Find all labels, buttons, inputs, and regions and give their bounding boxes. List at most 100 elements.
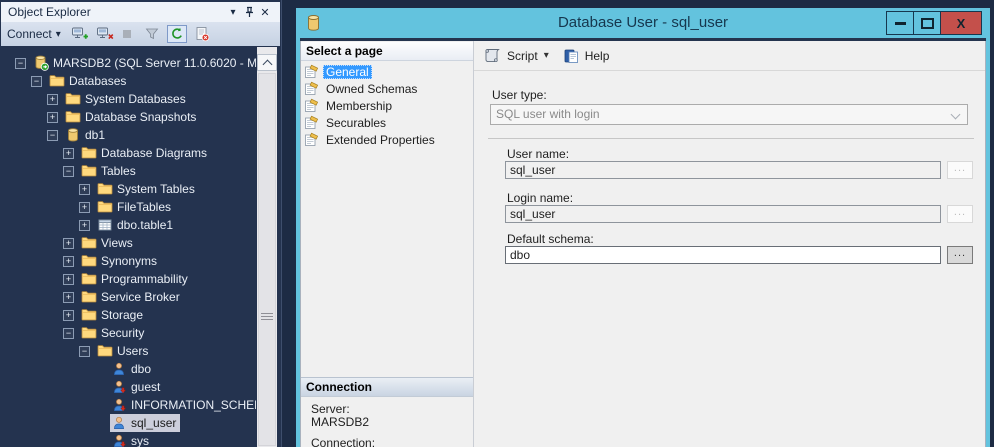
server-icon	[33, 55, 49, 71]
tree-item-filetables[interactable]: +FileTables	[1, 198, 256, 216]
folder-icon	[97, 181, 113, 197]
tree-item-label: Database Snapshots	[85, 110, 196, 124]
tree-item-dbo[interactable]: dbo	[1, 360, 256, 378]
window-position-button[interactable]: ▾	[225, 4, 241, 20]
tree-item-views[interactable]: +Views	[1, 234, 256, 252]
select-page-header: Select a page	[301, 42, 473, 61]
dialog-main-area: Script ▾ Help User type: SQL user with l…	[474, 41, 985, 447]
refresh-icon	[170, 27, 184, 41]
tree-item-content: Security	[80, 324, 148, 342]
tree-item-label: Storage	[101, 308, 143, 322]
tree-item-synonyms[interactable]: +Synonyms	[1, 252, 256, 270]
tree-item-database-snapshots[interactable]: + Database Snapshots	[1, 108, 256, 126]
chevron-down-icon: ▾	[56, 29, 61, 40]
expand-icon[interactable]: +	[47, 112, 58, 123]
default-schema-field[interactable]	[505, 246, 941, 264]
scroll-grip-icon	[261, 313, 273, 321]
connect-button[interactable]: Connect ▾	[7, 27, 61, 41]
collapse-icon[interactable]: −	[63, 166, 74, 177]
script-dropdown-button[interactable]: ▾	[544, 50, 549, 61]
scroll-up-button[interactable]	[257, 54, 277, 71]
user-deny-icon	[111, 397, 127, 413]
tree-item-system-tables[interactable]: + System Tables	[1, 180, 256, 198]
expand-icon[interactable]: +	[63, 292, 74, 303]
tree-item-guest[interactable]: guest	[1, 378, 256, 396]
tree-item-security[interactable]: −Security	[1, 324, 256, 342]
collapse-icon[interactable]: −	[79, 346, 90, 357]
close-button[interactable]: X	[940, 11, 982, 35]
folder-icon	[81, 163, 97, 179]
page-item-label: General	[323, 65, 372, 79]
tree-item-programmability[interactable]: +Programmability	[1, 270, 256, 288]
collapse-icon[interactable]: −	[47, 130, 58, 141]
script-label: Script	[507, 49, 538, 63]
tree-item-label: System Tables	[117, 182, 195, 196]
refresh-button[interactable]	[167, 25, 187, 43]
login-name-label: Login name:	[507, 191, 573, 205]
tree-item-tables[interactable]: −Tables	[1, 162, 256, 180]
user-icon	[111, 361, 127, 377]
tree-item-label: db1	[85, 128, 105, 142]
collapse-icon[interactable]: −	[63, 328, 74, 339]
page-item-owned-schemas[interactable]: Owned Schemas	[301, 80, 473, 97]
page-item-membership[interactable]: Membership	[301, 97, 473, 114]
minimize-button[interactable]	[886, 11, 914, 35]
page-item-securables[interactable]: Securables	[301, 114, 473, 131]
chevron-up-icon	[262, 59, 272, 69]
disconnect-server-button[interactable]	[96, 26, 114, 42]
expand-icon[interactable]: +	[63, 148, 74, 159]
close-panel-button[interactable]: ✕	[257, 4, 273, 20]
tree-item-label: dbo.table1	[117, 218, 173, 232]
dialog-titlebar: Database User - sql_user X	[296, 8, 990, 38]
expand-icon[interactable]: +	[79, 220, 90, 231]
expand-icon[interactable]: +	[63, 238, 74, 249]
tree-scrollbar[interactable]	[257, 47, 277, 447]
help-button[interactable]: Help	[559, 46, 614, 66]
tree-item-marsdb2-sql-server-11-0-6020-mar[interactable]: −MARSDB2 (SQL Server 11.0.6020 - MARSD	[1, 54, 256, 72]
expand-icon[interactable]: +	[63, 256, 74, 267]
tree-item-dbo-table1[interactable]: + dbo.table1	[1, 216, 256, 234]
login-name-browse-button: ...	[947, 205, 973, 223]
tree-item-sys[interactable]: sys	[1, 432, 256, 447]
collapse-icon[interactable]: −	[15, 58, 26, 69]
default-schema-browse-button[interactable]: ...	[947, 246, 973, 264]
tree-item-service-broker[interactable]: +Service Broker	[1, 288, 256, 306]
maximize-button[interactable]	[913, 11, 941, 35]
folder-icon	[65, 91, 81, 107]
scroll-thumb[interactable]	[258, 73, 276, 446]
tree-item-content: Users	[96, 342, 152, 360]
expand-icon[interactable]: +	[79, 202, 90, 213]
dialog-body: Select a page GeneralOwned Schemas Member…	[300, 38, 986, 447]
maximize-icon	[921, 18, 934, 29]
tree-item-sql-user[interactable]: sql_user	[1, 414, 256, 432]
tree-item-label: sys	[131, 434, 149, 447]
script-report-button[interactable]	[194, 26, 210, 42]
collapse-icon[interactable]: −	[31, 76, 42, 87]
page-item-general[interactable]: General	[301, 63, 473, 80]
page-item-extended-properties[interactable]: Extended Properties	[301, 131, 473, 148]
pin-button[interactable]	[241, 4, 257, 20]
tree-item-users[interactable]: −Users	[1, 342, 256, 360]
object-explorer-panel: Object Explorer ▾ ✕ Connect ▾ −MARSDB2 (…	[0, 0, 282, 447]
tree-item-db1[interactable]: − db1	[1, 126, 256, 144]
connect-server-button[interactable]	[71, 26, 89, 42]
tree-item-database-diagrams[interactable]: + Database Diagrams	[1, 144, 256, 162]
page-item-label: Membership	[323, 99, 395, 113]
filter-button[interactable]	[144, 26, 160, 42]
tree-item-storage[interactable]: + Storage	[1, 306, 256, 324]
disconnect-server-icon	[96, 26, 114, 42]
expand-icon[interactable]: +	[63, 310, 74, 321]
tree-item-content: Database Diagrams	[80, 144, 211, 162]
tree-item-label: sql_user	[131, 416, 176, 430]
tree-item-databases[interactable]: −Databases	[1, 72, 256, 90]
expand-icon[interactable]: +	[63, 274, 74, 285]
tree-item-system-databases[interactable]: +System Databases	[1, 90, 256, 108]
filter-icon	[144, 26, 160, 42]
script-button[interactable]: Script	[478, 46, 542, 66]
user-type-combobox: SQL user with login	[490, 104, 968, 125]
expand-icon[interactable]: +	[79, 184, 90, 195]
folder-icon	[97, 199, 113, 215]
tree-item-information-schema[interactable]: INFORMATION_SCHEMA	[1, 396, 256, 414]
page-icon	[304, 81, 319, 96]
expand-icon[interactable]: +	[47, 94, 58, 105]
